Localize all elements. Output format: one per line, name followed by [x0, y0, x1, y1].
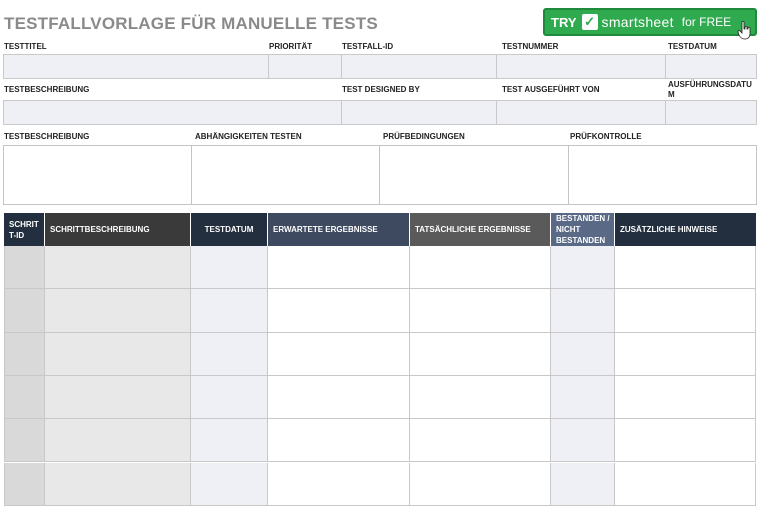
tatsaechliche-ergebnisse-cell[interactable] [410, 462, 551, 506]
label-abhaengigkeiten: ABHÄNGIGKEITEN TESTEN [195, 132, 302, 141]
schrittbeschreibung-cell[interactable] [45, 375, 191, 420]
testdatum-cell[interactable] [191, 462, 268, 506]
testdatum-cell[interactable] [191, 246, 268, 290]
col-header-bestanden: BESTANDEN / NICHT BESTANDEN [551, 213, 615, 246]
try-smartsheet-button[interactable]: TRY ✓ smartsheet for FREE [543, 8, 757, 40]
label-pruefkontrolle: PRÜFKONTROLLE [570, 132, 642, 141]
pruefbedingungen-field[interactable] [379, 145, 569, 205]
hand-cursor-icon [737, 20, 751, 40]
zusaetzliche-hinweise-cell[interactable] [615, 289, 756, 333]
label-ausfuehrungsdatum-2: M [668, 90, 675, 99]
brand-name: smartsheet [601, 14, 674, 30]
schritt-id-cell[interactable] [4, 289, 45, 333]
zusaetzliche-hinweise-cell[interactable] [615, 332, 756, 376]
testdatum-cell[interactable] [191, 289, 268, 333]
erwartete-ergebnisse-cell[interactable] [268, 332, 410, 376]
abhaengigkeiten-field[interactable] [191, 145, 380, 205]
zusaetzliche-hinweise-cell[interactable] [615, 419, 756, 463]
schrittbeschreibung-cell[interactable] [45, 246, 191, 290]
tatsaechliche-ergebnisse-cell[interactable] [410, 332, 551, 376]
label-testdatum: TESTDATUM [668, 42, 717, 51]
testnummer-field[interactable] [496, 54, 666, 79]
label-testnummer: TESTNUMMER [502, 42, 559, 51]
testfall-id-field[interactable] [341, 54, 497, 79]
col-header-testdatum: TESTDATUM [191, 213, 268, 246]
col-header-tatsaechliche-ergebnisse: TATSÄCHLICHE ERGEBNISSE [410, 213, 551, 246]
try-label: TRY [551, 14, 577, 30]
schrittbeschreibung-cell[interactable] [45, 419, 191, 463]
bestanden-cell[interactable] [551, 289, 615, 333]
pruefkontrolle-field[interactable] [568, 145, 757, 205]
erwartete-ergebnisse-cell[interactable] [268, 289, 410, 333]
test-ausgefuehrt-von-field[interactable] [496, 100, 666, 125]
schritt-id-cell[interactable] [4, 419, 45, 463]
testdatum-cell[interactable] [191, 332, 268, 376]
col-header-erwartete-ergebnisse: ERWARTETE ERGEBNISSE [268, 213, 410, 246]
prioritaet-field[interactable] [268, 54, 342, 79]
label-pruefbedingungen: PRÜFBEDINGUNGEN [383, 132, 465, 141]
checkmark-icon: ✓ [581, 14, 598, 30]
tatsaechliche-ergebnisse-cell[interactable] [410, 375, 551, 420]
label-test-ausgefuehrt-von: TEST AUSGEFÜHRT VON [502, 85, 600, 94]
schritt-id-cell[interactable] [4, 246, 45, 290]
label-testbeschreibung: TESTBESCHREIBUNG [4, 85, 90, 94]
testtitel-field[interactable] [3, 54, 269, 79]
schrittbeschreibung-cell[interactable] [45, 462, 191, 506]
zusaetzliche-hinweise-cell[interactable] [615, 462, 756, 506]
test-designed-by-field[interactable] [341, 100, 497, 125]
schritt-id-cell[interactable] [4, 332, 45, 376]
label-testtitel: TESTTITEL [4, 42, 47, 51]
testdatum-cell[interactable] [191, 419, 268, 463]
erwartete-ergebnisse-cell[interactable] [268, 462, 410, 506]
zusaetzliche-hinweise-cell[interactable] [615, 246, 756, 290]
bestanden-cell[interactable] [551, 462, 615, 506]
testdatum-field[interactable] [665, 54, 757, 79]
label-testfall-id: TESTFALL-ID [342, 42, 394, 51]
bestanden-cell[interactable] [551, 246, 615, 290]
schritt-id-cell[interactable] [4, 375, 45, 420]
erwartete-ergebnisse-cell[interactable] [268, 375, 410, 420]
col-header-schrittbeschreibung: SCHRITTBESCHREIBUNG [45, 213, 191, 246]
schritt-id-cell[interactable] [4, 462, 45, 506]
testdatum-cell[interactable] [191, 375, 268, 420]
tatsaechliche-ergebnisse-cell[interactable] [410, 246, 551, 290]
bestanden-cell[interactable] [551, 332, 615, 376]
schrittbeschreibung-cell[interactable] [45, 332, 191, 376]
erwartete-ergebnisse-cell[interactable] [268, 419, 410, 463]
ausfuehrungsdatum-field[interactable] [665, 100, 757, 125]
free-label: for FREE [681, 15, 732, 29]
label-test-designed-by: TEST DESIGNED BY [342, 85, 420, 94]
bestanden-cell[interactable] [551, 375, 615, 420]
tatsaechliche-ergebnisse-cell[interactable] [410, 419, 551, 463]
zusaetzliche-hinweise-cell[interactable] [615, 375, 756, 420]
label-ausfuehrungsdatum-1: AUSFÜHRUNGSDATU [668, 80, 752, 89]
testbeschreibung-field[interactable] [3, 100, 342, 125]
schrittbeschreibung-cell[interactable] [45, 289, 191, 333]
bestanden-cell[interactable] [551, 419, 615, 463]
page-title: TESTFALLVORLAGE FÜR MANUELLE TESTS [4, 14, 378, 33]
erwartete-ergebnisse-cell[interactable] [268, 246, 410, 290]
tatsaechliche-ergebnisse-cell[interactable] [410, 289, 551, 333]
col-header-schritt-id: SCHRIT T-ID [4, 213, 45, 246]
label-prioritaet: PRIORITÄT [269, 42, 313, 51]
col-header-zusaetzliche-hinweise: ZUSÄTZLICHE HINWEISE [615, 213, 756, 246]
label-detail-testbeschreibung: TESTBESCHREIBUNG [4, 132, 90, 141]
detail-testbeschreibung-field[interactable] [3, 145, 192, 205]
